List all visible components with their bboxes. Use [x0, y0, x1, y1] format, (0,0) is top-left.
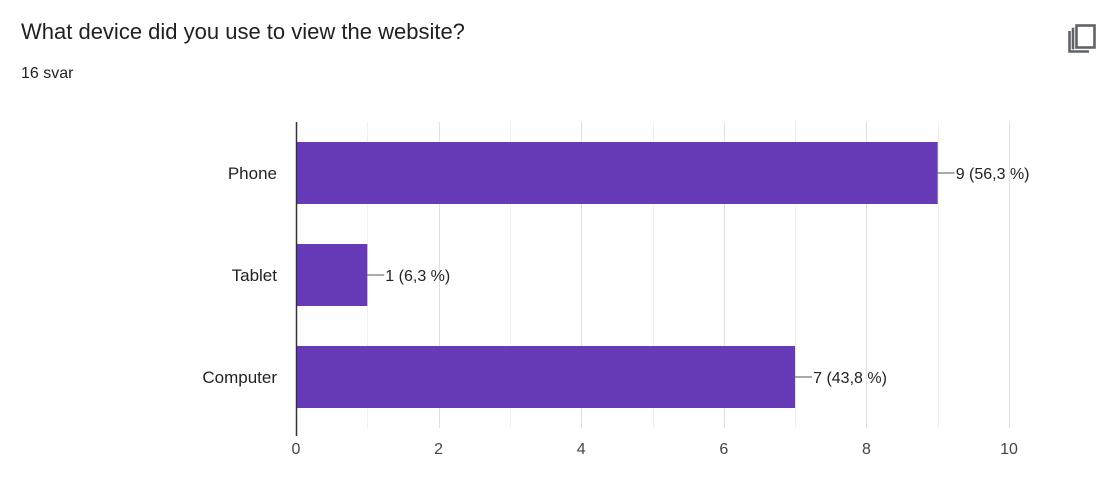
- bar-chart: Phone 9 (56,3 %) Tablet 1 (6,3 %) Computer 7 …: [202, 122, 1030, 458]
- x-tick-label-4: 4: [577, 441, 586, 458]
- labels: Phone 9 (56,3 %) Tablet 1 (6,3 %) Computer 7 …: [202, 164, 1029, 458]
- bar-tablet[interactable]: [296, 244, 368, 306]
- category-label-phone: Phone: [228, 164, 277, 183]
- category-label-tablet: Tablet: [232, 266, 278, 285]
- x-tick-label-6: 6: [719, 441, 728, 458]
- data-label-phone: 9 (56,3 %): [956, 166, 1030, 183]
- x-tick-label-10: 10: [1000, 441, 1018, 458]
- bar-computer[interactable]: [296, 346, 796, 408]
- data-label-computer: 7 (43,8 %): [813, 370, 887, 387]
- data-label-tablet: 1 (6,3 %): [385, 268, 450, 285]
- category-label-computer: Computer: [202, 368, 277, 387]
- x-tick-label-8: 8: [862, 441, 871, 458]
- x-tick-label-0: 0: [292, 441, 301, 458]
- x-tick-label-2: 2: [434, 441, 443, 458]
- bar-phone[interactable]: [296, 142, 938, 204]
